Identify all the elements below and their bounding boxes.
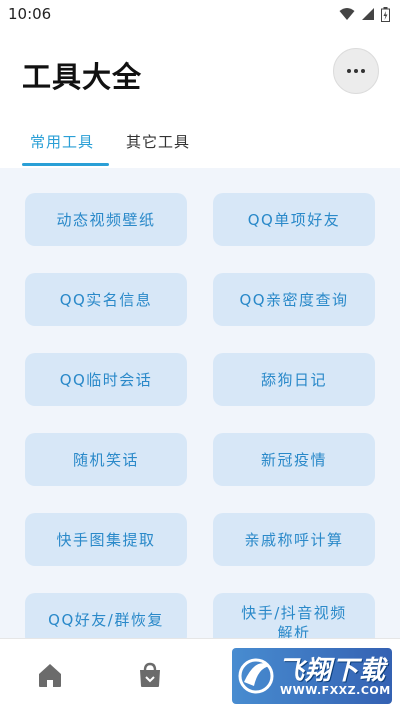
tab-bar: 常用工具 其它工具 <box>0 118 400 168</box>
header: 工具大全 <box>0 28 400 118</box>
battery-icon <box>381 6 390 22</box>
tool-qq-one-way-friend[interactable]: QQ单项好友 <box>213 193 375 246</box>
tab-other-tools[interactable]: 其它工具 <box>126 131 190 152</box>
watermark-text: 飞翔下载 <box>278 656 387 686</box>
tools-grid: 动态视频壁纸 QQ单项好友 QQ实名信息 QQ亲密度查询 QQ临时会话 舔狗日记… <box>0 168 400 638</box>
tool-qq-temp-chat[interactable]: QQ临时会话 <box>25 353 187 406</box>
tool-qq-realname-info[interactable]: QQ实名信息 <box>25 273 187 326</box>
fxxz-logo-icon <box>238 658 274 694</box>
tool-qq-intimacy-query[interactable]: QQ亲密度查询 <box>213 273 375 326</box>
tool-kuaishou-album-extract[interactable]: 快手图集提取 <box>25 513 187 566</box>
tool-covid-stats[interactable]: 新冠疫情 <box>213 433 375 486</box>
tool-video-parse[interactable]: 快手/抖音视频解析 <box>213 593 375 638</box>
tools-content[interactable]: 动态视频壁纸 QQ单项好友 QQ实名信息 QQ亲密度查询 QQ临时会话 舔狗日记… <box>0 168 400 638</box>
more-dots-icon <box>347 69 365 73</box>
tab-common-tools[interactable]: 常用工具 <box>30 131 94 152</box>
tool-random-jokes[interactable]: 随机笑话 <box>25 433 187 486</box>
tool-dynamic-video-wallpaper[interactable]: 动态视频壁纸 <box>25 193 187 246</box>
more-options-button[interactable] <box>333 48 379 94</box>
tool-simp-diary[interactable]: 舔狗日记 <box>213 353 375 406</box>
watermark-url: WWW.FXXZ.COM <box>280 684 391 697</box>
wifi-icon <box>339 8 355 20</box>
signal-icon <box>362 8 374 20</box>
watermark: 飞翔下载 WWW.FXXZ.COM <box>232 648 392 704</box>
tool-relative-title-calc[interactable]: 亲戚称呼计算 <box>213 513 375 566</box>
home-icon[interactable] <box>36 661 64 689</box>
page-title: 工具大全 <box>22 60 143 94</box>
tab-indicator <box>22 163 109 166</box>
bag-icon[interactable] <box>136 661 164 689</box>
status-icons <box>339 6 390 22</box>
status-time: 10:06 <box>8 5 52 23</box>
status-bar: 10:06 <box>0 0 400 28</box>
tool-qq-friend-group-restore[interactable]: QQ好友/群恢复 <box>25 593 187 638</box>
